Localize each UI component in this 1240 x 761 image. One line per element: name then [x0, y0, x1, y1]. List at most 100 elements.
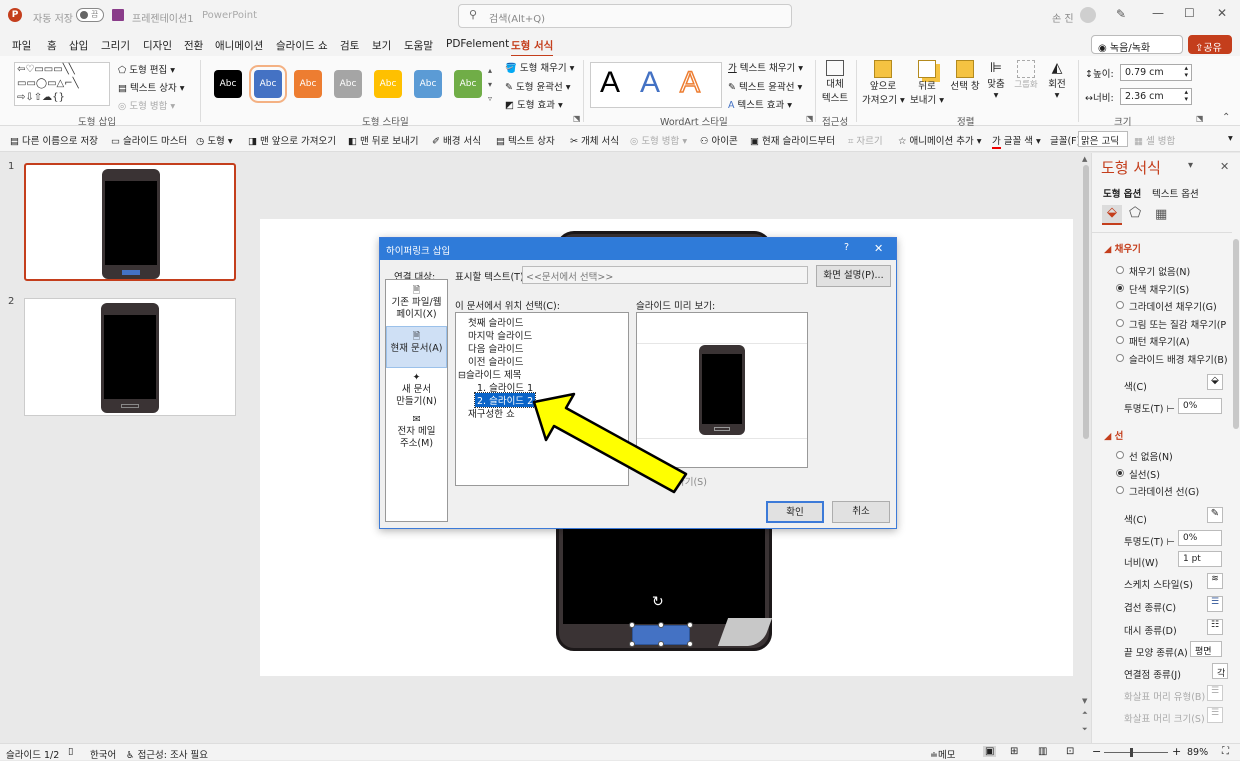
qat-icons[interactable]: ⚇ 아이콘 — [700, 133, 738, 147]
spelling-icon[interactable]: ▯ — [68, 746, 73, 757]
resize-handle[interactable] — [658, 641, 664, 647]
qat-from-current-slide[interactable]: ▣ 현재 슬라이드부터 — [750, 133, 835, 147]
share-button[interactable]: ⇪공유 — [1188, 35, 1232, 54]
text-outline-button[interactable]: ✎ 텍스트 윤곽선 ▾ — [728, 79, 802, 93]
shapes-gallery[interactable]: ⇦♡▭▭▭╲╲ ▭▭◯▭△⌐╲ ⇨⇩⇧☁{} — [14, 62, 110, 106]
tab-shape-format[interactable]: 도형 서식 — [511, 38, 554, 58]
wordart-style-black[interactable]: A — [600, 66, 620, 100]
alt-text-button[interactable]: 대체 텍스트 — [820, 60, 850, 104]
wordart-launcher-icon[interactable]: ⬔ — [806, 114, 814, 123]
cancel-button[interactable]: 취소 — [832, 501, 890, 523]
size-launcher-icon[interactable]: ⬔ — [1196, 114, 1204, 123]
tab-review[interactable]: 검토 — [340, 38, 359, 53]
normal-view-icon[interactable]: ▣ — [983, 746, 997, 757]
zoom-slider-thumb[interactable] — [1130, 748, 1133, 757]
save-icon[interactable] — [112, 9, 124, 21]
fill-radio[interactable] — [1116, 301, 1124, 310]
shape-outline-button[interactable]: ✎ 도형 윤곽선 ▾ — [505, 79, 571, 93]
qat-slide-master[interactable]: ▭ 슬라이드 마스터 — [111, 133, 187, 147]
search-input[interactable]: ⚲ 검색(Alt+Q) — [458, 4, 792, 28]
merge-shapes-button[interactable]: ◎ 도형 병합 ▾ — [118, 98, 175, 112]
qat-bring-to-front[interactable]: ◨ 맨 앞으로 가져오기 — [248, 133, 336, 147]
tab-draw[interactable]: 그리기 — [101, 38, 130, 53]
tree-item-next-slide[interactable]: 다음 슬라이드 — [468, 341, 523, 355]
width-input[interactable]: 2.36 cm ▴ ▾ — [1120, 88, 1192, 105]
tree-collapse-icon[interactable]: ⊟ — [458, 370, 466, 381]
rotate-button[interactable]: ◭ 회전 ▾ — [1042, 60, 1072, 101]
height-input[interactable]: 0.79 cm ▴ ▾ — [1120, 64, 1192, 81]
tree-item-first-slide[interactable]: 첫째 슬라이드 — [468, 315, 523, 329]
tree-item-custom-shows[interactable]: 재구성한 쇼 — [468, 406, 515, 420]
text-box-button[interactable]: ▤ 텍스트 상자 ▾ — [118, 80, 185, 94]
rotate-handle-icon[interactable]: ↻ — [652, 594, 664, 610]
shape-style-swatch[interactable]: Abc — [334, 70, 362, 98]
arrow-begin-size-icon[interactable]: ☰ — [1207, 707, 1223, 723]
shape-style-swatch[interactable]: Abc — [374, 70, 402, 98]
qat-merge-shapes[interactable]: ◎ 도형 병합 ▾ — [630, 133, 687, 147]
record-button[interactable]: ◉ 녹음/녹화 — [1091, 35, 1183, 54]
close-icon[interactable]: ✕ — [1217, 6, 1227, 20]
fill-color-picker-icon[interactable]: ⬙ — [1207, 374, 1223, 390]
qat-add-animation[interactable]: ☆ 애니메이션 추가 ▾ — [898, 133, 982, 147]
zoom-in-icon[interactable]: + — [1172, 745, 1181, 758]
qat-shapes[interactable]: ◷ 도형 ▾ — [196, 133, 233, 147]
dialog-help-icon[interactable]: ? — [844, 242, 849, 253]
shape-style-swatch[interactable]: Abc — [214, 70, 242, 98]
shape-style-swatch[interactable]: Abc — [414, 70, 442, 98]
avatar[interactable] — [1080, 7, 1096, 23]
slide-thumbnail-2[interactable] — [24, 298, 236, 416]
qat-save-as[interactable]: ▤ 다른 이름으로 저장 — [10, 133, 98, 147]
text-effects-button[interactable]: A 텍스트 효과 ▾ — [728, 97, 792, 111]
tab-shape-options[interactable]: 도형 옵션 — [1103, 186, 1141, 200]
collapse-ribbon-icon[interactable]: ⌃ — [1222, 112, 1230, 123]
fill-line-icon[interactable]: ⬙ — [1102, 205, 1122, 225]
notes-button[interactable]: ≐메모 — [930, 747, 955, 761]
wordart-style-blue[interactable]: A — [640, 66, 660, 100]
shape-effects-button[interactable]: ◩ 도형 효과 ▾ — [505, 97, 563, 111]
tab-help[interactable]: 도움말 — [404, 38, 433, 53]
effects-pentagon-icon[interactable]: ⬠ — [1129, 205, 1141, 221]
arrow-begin-type-icon[interactable]: ☰ — [1207, 685, 1223, 701]
maximize-icon[interactable]: ☐ — [1184, 6, 1195, 20]
reading-view-icon[interactable]: ▥ — [1038, 746, 1047, 757]
vertical-scrollbar[interactable]: ▲ ▼ ⏶ ⏷ — [1081, 153, 1091, 743]
tab-view[interactable]: 보기 — [372, 38, 391, 53]
line-radio[interactable] — [1116, 451, 1124, 459]
pane-close-icon[interactable]: ✕ — [1220, 160, 1229, 173]
line-color-picker-icon[interactable]: ✎ — [1207, 507, 1223, 523]
line-transparency-input[interactable]: 0% — [1178, 530, 1222, 546]
tab-animations[interactable]: 애니메이션 — [215, 38, 263, 53]
qat-format-background[interactable]: ✐ 배경 서식 — [432, 133, 481, 147]
prev-slide-icon[interactable]: ⏶ — [1082, 709, 1088, 718]
autosave-toggle[interactable]: 끔 — [76, 8, 104, 22]
line-radio[interactable] — [1116, 468, 1124, 477]
fit-to-window-icon[interactable]: ⛶ — [1222, 746, 1229, 757]
compound-type-icon[interactable]: ☰ — [1207, 596, 1223, 612]
zoom-level[interactable]: 89% — [1187, 747, 1208, 758]
link-email-address[interactable]: ✉ 전자 메일 주소(M) — [386, 414, 447, 450]
resize-handle[interactable] — [629, 641, 635, 647]
dash-type-icon[interactable]: ☷ — [1207, 619, 1223, 635]
link-new-document[interactable]: ✦ 새 문서 만들기(N) — [386, 372, 447, 408]
edit-shape-button[interactable]: ⬠ 도형 편집 ▾ — [118, 62, 175, 76]
qat-more-icon[interactable]: ▾ — [1228, 133, 1233, 144]
tab-text-options[interactable]: 텍스트 옵션 — [1152, 186, 1199, 200]
tab-pdfelement[interactable]: PDFelement — [446, 38, 509, 50]
fill-radio[interactable] — [1116, 336, 1124, 345]
shape-style-swatch[interactable]: Abc — [249, 65, 287, 103]
slide-thumbnail-1[interactable] — [24, 163, 236, 281]
shape-style-scroll[interactable]: ▴ ▾ ▿ — [488, 64, 492, 106]
text-fill-button[interactable]: 가 텍스트 채우기 ▾ — [728, 60, 803, 74]
send-backward-button[interactable]: 뒤로 보내기 ▾ — [906, 60, 948, 106]
qat-crop[interactable]: ⌗ 자르기 — [848, 133, 883, 147]
fill-radio[interactable] — [1116, 283, 1124, 292]
fill-radio[interactable] — [1116, 354, 1124, 362]
line-width-input[interactable]: 1 pt — [1178, 551, 1222, 567]
line-section-header[interactable]: ◢ 선 — [1104, 428, 1123, 442]
fill-radio[interactable] — [1116, 266, 1124, 274]
resize-handle[interactable] — [658, 622, 664, 628]
slide-sorter-icon[interactable]: ⊞ — [1010, 746, 1018, 757]
pane-scroll-thumb[interactable] — [1233, 239, 1239, 429]
resize-handle[interactable] — [687, 641, 693, 647]
tree-item-slide-titles[interactable]: ⊟슬라이드 제목 — [458, 367, 521, 381]
